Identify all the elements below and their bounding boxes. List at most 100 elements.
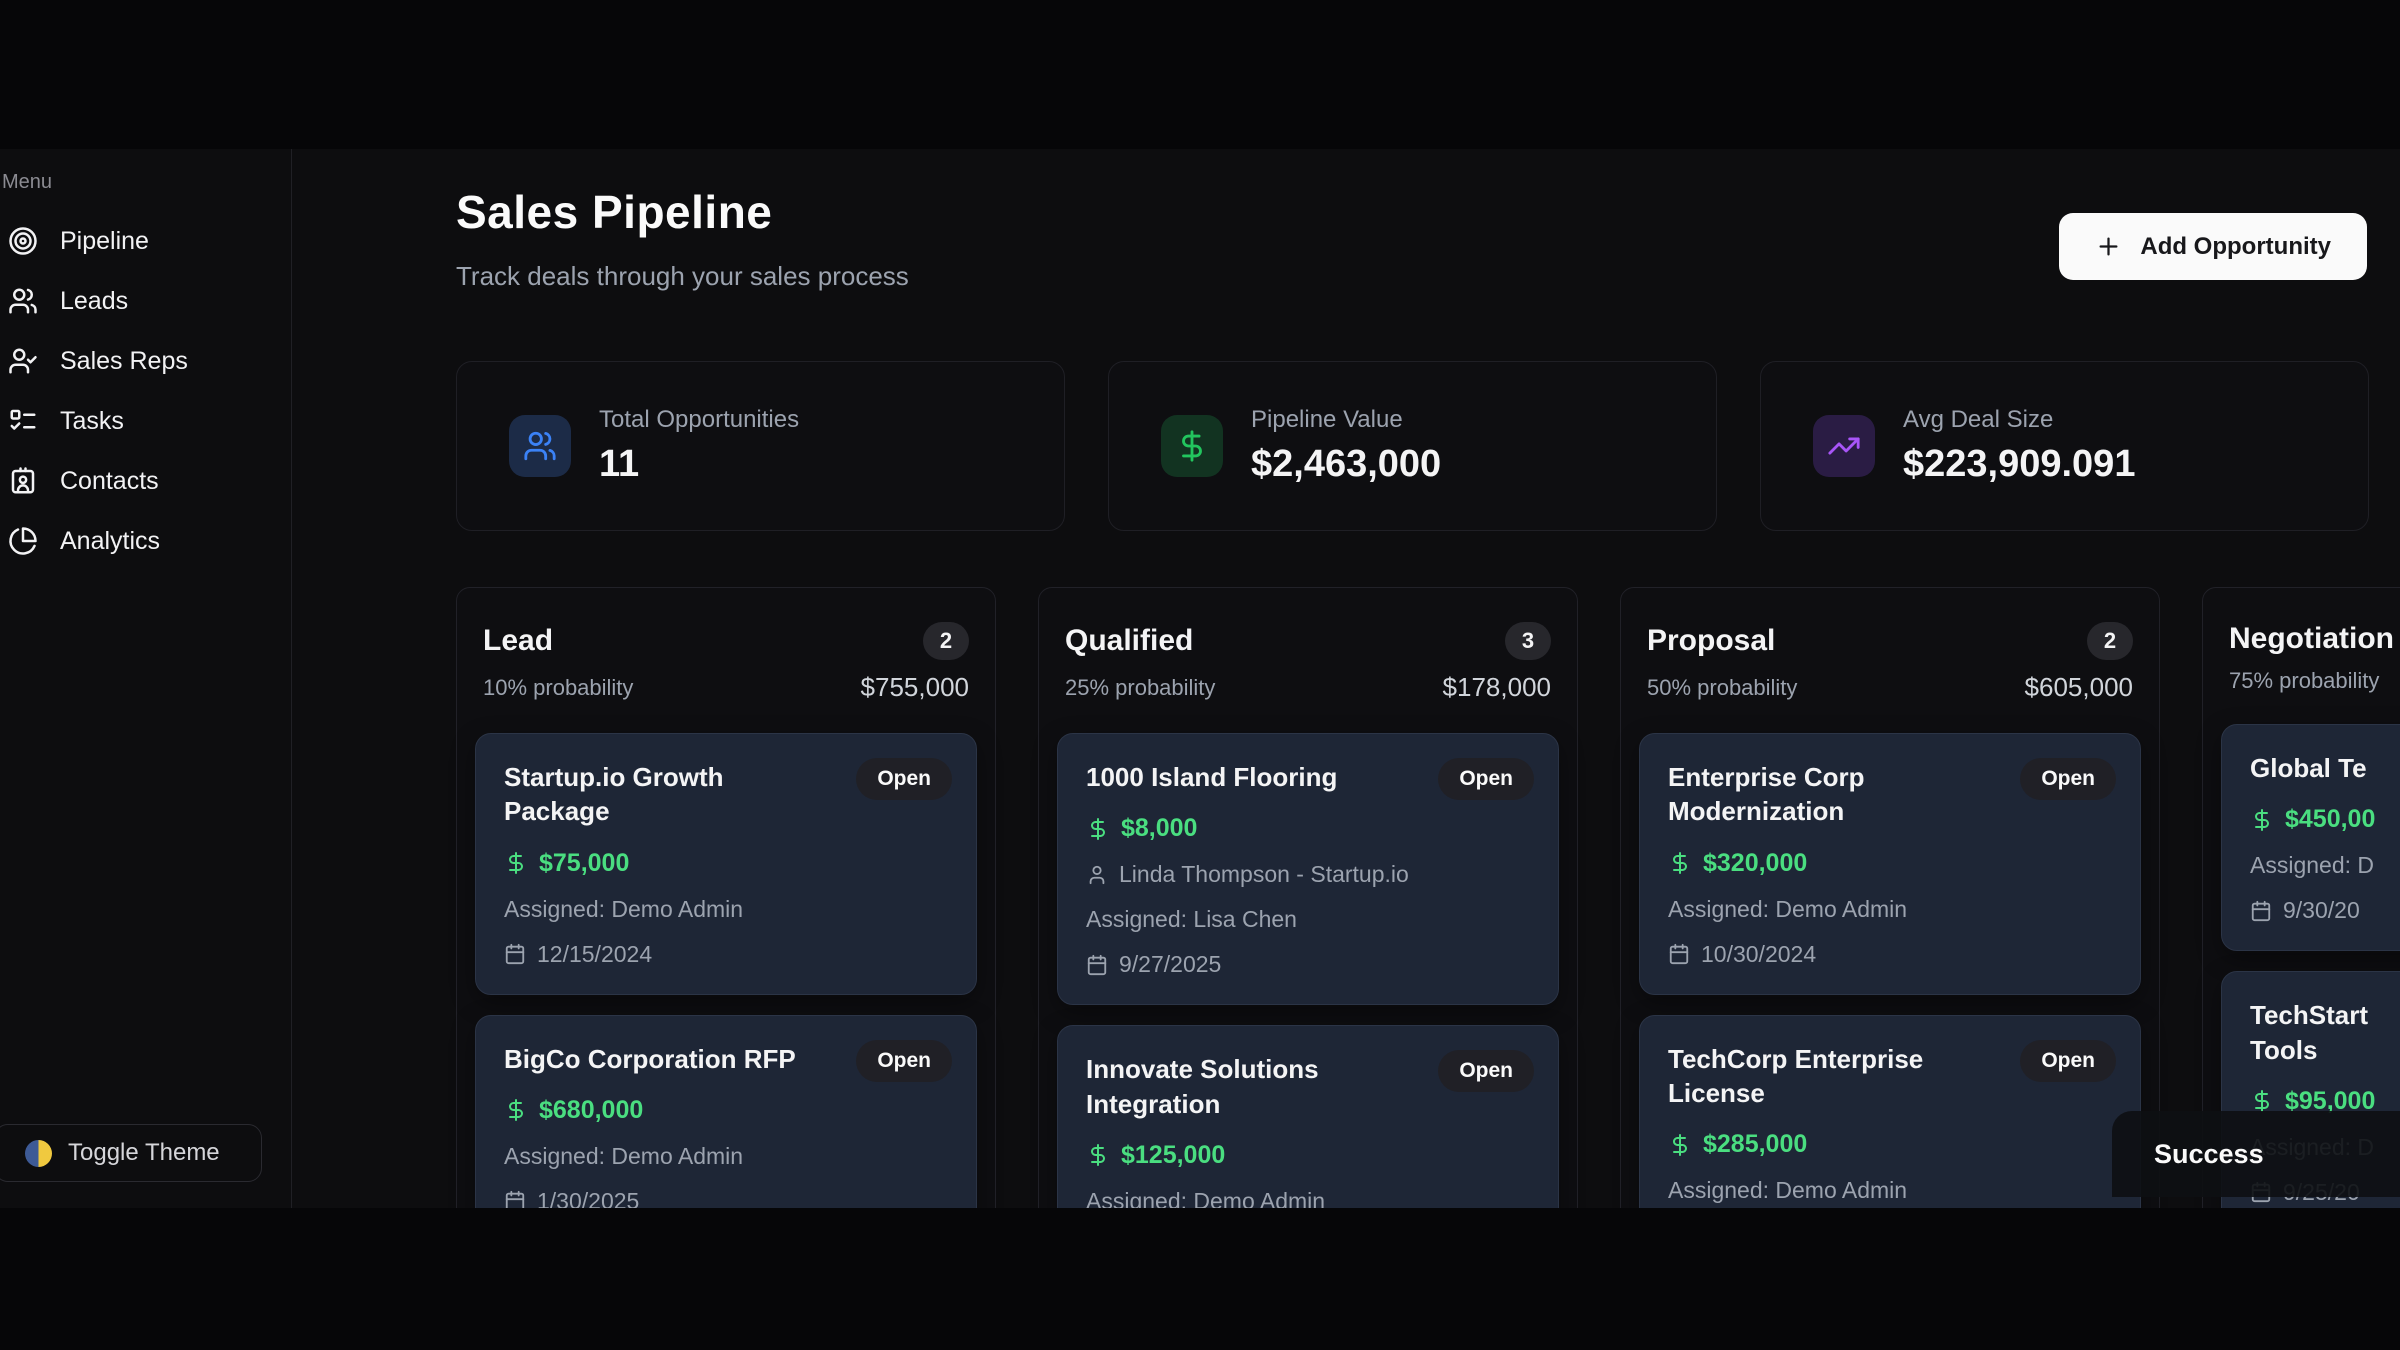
stat-label: Total Opportunities (599, 406, 799, 434)
deal-title: Enterprise Corp Modernization (1668, 760, 1973, 829)
deal-amount: $285,000 (1703, 1130, 1807, 1159)
deal-card[interactable]: TechCorp Enterprise License Open $285,00… (1639, 1015, 2141, 1208)
sidebar: Menu Pipeline Leads Sales Reps Tasks Con… (0, 149, 292, 1208)
status-badge: Open (1438, 758, 1534, 800)
deal-amount: $680,000 (539, 1096, 643, 1125)
deal-amount: $8,000 (1121, 814, 1197, 843)
stat-value: $2,463,000 (1251, 443, 1441, 486)
deal-date: 10/30/2024 (1701, 941, 1816, 968)
column-probability: 75% probability (2229, 668, 2379, 694)
deal-title: Innovate Solutions Integration (1086, 1052, 1391, 1121)
contact-card-icon (8, 466, 38, 496)
calendar-icon (504, 1190, 526, 1208)
stat-card-total-opportunities: Total Opportunities 11 (456, 361, 1065, 531)
stat-card-pipeline-value: Pipeline Value $2,463,000 (1108, 361, 1717, 531)
deal-title: Startup.io Growth Package (504, 760, 809, 829)
users-icon (509, 415, 571, 477)
deal-title: BigCo Corporation RFP (504, 1042, 809, 1076)
deal-card[interactable]: Startup.io Growth Package Open $75,000 A… (475, 733, 977, 995)
deal-title: TechCorp Enterprise License (1668, 1042, 1973, 1111)
deal-card[interactable]: Enterprise Corp Modernization Open $320,… (1639, 733, 2141, 995)
deal-assigned: Assigned: Demo Admin (1668, 896, 1907, 923)
users-icon (8, 286, 38, 316)
deal-card[interactable]: Global Te $450,00 Assigned: D 9/30/20 (2221, 724, 2400, 951)
stat-label: Pipeline Value (1251, 406, 1441, 434)
column-probability: 25% probability (1065, 675, 1215, 701)
sidebar-item-label: Contacts (60, 467, 159, 496)
column-title: Lead (483, 624, 553, 658)
sidebar-item-label: Pipeline (60, 227, 149, 256)
sidebar-item-tasks[interactable]: Tasks (0, 391, 277, 451)
stat-card-avg-deal-size: Avg Deal Size $223,909.091 (1760, 361, 2369, 531)
deal-date: 9/30/20 (2283, 897, 2360, 924)
status-badge: Open (2020, 758, 2116, 800)
sidebar-item-pipeline[interactable]: Pipeline (0, 211, 277, 271)
column-header: Qualified 3 25% probability $178,000 (1039, 622, 1577, 703)
dollar-sign-icon (2250, 808, 2274, 832)
stats-row: Total Opportunities 11 Pipeline Value $2… (456, 361, 2369, 531)
deal-title: Global Te (2250, 751, 2400, 785)
dollar-sign-icon (2250, 1089, 2274, 1113)
column-probability: 10% probability (483, 675, 633, 701)
deal-contact: Linda Thompson - Startup.io (1119, 861, 1409, 888)
sidebar-item-analytics[interactable]: Analytics (0, 511, 277, 571)
card-list: Startup.io Growth Package Open $75,000 A… (475, 733, 977, 1208)
deal-assigned: Assigned: Demo Admin (504, 1143, 743, 1170)
column-title: Proposal (1647, 624, 1775, 658)
sidebar-item-contacts[interactable]: Contacts (0, 451, 277, 511)
status-badge: Open (856, 758, 952, 800)
column-title: Negotiation (2229, 622, 2394, 656)
column-probability: 50% probability (1647, 675, 1797, 701)
sidebar-item-label: Analytics (60, 527, 160, 556)
column-qualified: Qualified 3 25% probability $178,000 100… (1038, 587, 1578, 1208)
calendar-icon (2250, 900, 2272, 922)
dollar-sign-icon (1161, 415, 1223, 477)
column-header: Lead 2 10% probability $755,000 (457, 622, 995, 703)
deal-title: 1000 Island Flooring (1086, 760, 1391, 794)
toggle-theme-button[interactable]: Toggle Theme (0, 1124, 262, 1182)
sidebar-item-label: Tasks (60, 407, 124, 436)
column-count-badge: 3 (1505, 622, 1551, 660)
sidebar-item-label: Leads (60, 287, 128, 316)
menu-section-label: Menu (2, 171, 52, 194)
trending-up-icon (1813, 415, 1875, 477)
add-opportunity-label: Add Opportunity (2140, 233, 2331, 261)
deal-date: 9/27/2025 (1119, 951, 1221, 978)
calendar-icon (504, 943, 526, 965)
deal-assigned: Assigned: Demo Admin (1668, 1177, 1907, 1204)
calendar-icon (1668, 943, 1690, 965)
status-badge: Open (856, 1040, 952, 1082)
success-toast: Success (2112, 1111, 2400, 1197)
deal-card[interactable]: 1000 Island Flooring Open $8,000 Linda T… (1057, 733, 1559, 1005)
deal-card[interactable]: BigCo Corporation RFP Open $680,000 Assi… (475, 1015, 977, 1208)
app-window: Menu Pipeline Leads Sales Reps Tasks Con… (0, 149, 2400, 1208)
sidebar-item-leads[interactable]: Leads (0, 271, 277, 331)
dollar-sign-icon (1086, 817, 1110, 841)
deal-card[interactable]: Innovate Solutions Integration Open $125… (1057, 1025, 1559, 1208)
deal-date: 12/15/2024 (537, 941, 652, 968)
sidebar-nav: Pipeline Leads Sales Reps Tasks Contacts… (0, 211, 277, 571)
stat-value: 11 (599, 443, 799, 486)
column-count-badge: 2 (2087, 622, 2133, 660)
deal-amount: $75,000 (539, 849, 629, 878)
list-todo-icon (8, 406, 38, 436)
deal-amount: $125,000 (1121, 1141, 1225, 1170)
column-lead: Lead 2 10% probability $755,000 Startup.… (456, 587, 996, 1208)
add-opportunity-button[interactable]: Add Opportunity (2059, 213, 2367, 280)
stat-label: Avg Deal Size (1903, 406, 2135, 434)
status-badge: Open (2020, 1040, 2116, 1082)
column-proposal: Proposal 2 50% probability $605,000 Ente… (1620, 587, 2160, 1208)
stat-value: $223,909.091 (1903, 443, 2135, 486)
sidebar-item-sales-reps[interactable]: Sales Reps (0, 331, 277, 391)
target-icon (8, 226, 38, 256)
column-title: Qualified (1065, 624, 1193, 658)
card-list: 1000 Island Flooring Open $8,000 Linda T… (1057, 733, 1559, 1208)
toast-title: Success (2154, 1139, 2264, 1170)
dollar-sign-icon (1668, 851, 1692, 875)
card-list: Enterprise Corp Modernization Open $320,… (1639, 733, 2141, 1208)
dollar-sign-icon (1086, 1143, 1110, 1167)
kanban-board: Lead 2 10% probability $755,000 Startup.… (456, 587, 2400, 1208)
page-title: Sales Pipeline (456, 185, 772, 239)
half-moon-icon (25, 1140, 52, 1167)
status-badge: Open (1438, 1050, 1534, 1092)
